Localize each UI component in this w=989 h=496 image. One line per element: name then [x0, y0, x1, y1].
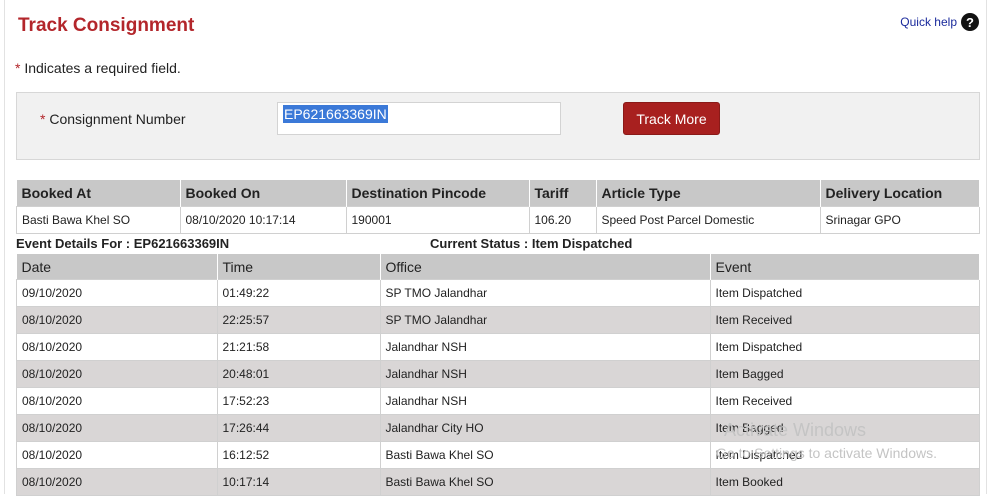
quick-help[interactable]: Quick help ? [900, 13, 979, 31]
event-cell: Item Booked [709, 468, 980, 496]
article-type-cell: Speed Post Parcel Domestic [595, 206, 821, 234]
event-row: 08/10/2020 21:21:58 Jalandhar NSH Item Disp… [16, 333, 980, 361]
event-cell: Item Received [709, 306, 980, 334]
office-cell: SP TMO Jalandhar [379, 279, 711, 307]
event-row: 09/10/2020 01:49:22 SP TMO Jalandhar Item D… [16, 279, 980, 307]
office-cell: Jalandhar NSH [379, 333, 711, 361]
date-cell: 09/10/2020 [16, 279, 218, 307]
date-cell: 08/10/2020 [16, 387, 218, 415]
tariff-cell: 106.20 [528, 206, 597, 234]
office-cell: Jalandhar City HO [379, 414, 711, 442]
windows-watermark-subtitle: Go to Settings to activate Windows. [716, 445, 937, 461]
booking-row: Basti Bawa Khel SO 08/10/2020 10:17:14 1… [16, 206, 980, 234]
col-destination-pincode: Destination Pincode [346, 180, 530, 207]
time-cell: 17:26:44 [216, 414, 381, 442]
col-date: Date [16, 254, 218, 280]
date-cell: 08/10/2020 [16, 468, 218, 496]
track-more-button[interactable]: Track More [623, 102, 720, 135]
date-cell: 08/10/2020 [16, 414, 218, 442]
event-cell: Item Dispatched [709, 333, 980, 361]
consignment-number-value: EP621663369IN [283, 105, 388, 123]
booked-at-cell: Basti Bawa Khel SO [16, 206, 181, 234]
event-row: 08/10/2020 10:17:14 Basti Bawa Khel SO Item… [16, 468, 980, 496]
required-note-text: Indicates a required field. [20, 60, 181, 76]
time-cell: 17:52:23 [216, 387, 381, 415]
time-cell: 21:21:58 [216, 333, 381, 361]
booking-table: Booked At Booked On Destination Pincode … [16, 180, 980, 234]
col-time: Time [217, 254, 381, 280]
date-cell: 08/10/2020 [16, 333, 218, 361]
consignment-number-label-text: Consignment Number [45, 111, 186, 127]
office-cell: Basti Bawa Khel SO [379, 468, 711, 496]
col-office: Office [380, 254, 711, 280]
booked-on-cell: 08/10/2020 10:17:14 [179, 206, 347, 234]
time-cell: 01:49:22 [216, 279, 381, 307]
col-booked-at: Booked At [16, 180, 181, 207]
consignment-number-input[interactable]: EP621663369IN [277, 102, 561, 135]
event-cell: Item Received [709, 387, 980, 415]
office-cell: Basti Bawa Khel SO [379, 441, 711, 469]
date-cell: 08/10/2020 [16, 306, 218, 334]
destination-pincode-cell: 190001 [345, 206, 530, 234]
col-delivery-location: Delivery Location [820, 180, 980, 207]
col-event: Event [710, 254, 980, 280]
page-title: Track Consignment [18, 15, 195, 36]
office-cell: Jalandhar NSH [379, 360, 711, 388]
time-cell: 20:48:01 [216, 360, 381, 388]
office-cell: Jalandhar NSH [379, 387, 711, 415]
consignment-number-label: * Consignment Number [40, 111, 186, 127]
col-article-type: Article Type [596, 180, 821, 207]
event-cell: Item Dispatched [709, 279, 980, 307]
event-row: 08/10/2020 17:52:23 Jalandhar NSH Item Rece… [16, 387, 980, 415]
time-cell: 22:25:57 [216, 306, 381, 334]
delivery-location-cell: Srinagar GPO [819, 206, 980, 234]
col-booked-on: Booked On [180, 180, 347, 207]
col-tariff: Tariff [529, 180, 597, 207]
search-panel: * Consignment Number EP621663369IN Track… [16, 92, 980, 160]
required-note: * Indicates a required field. [15, 60, 181, 76]
events-header-row: Date Time Office Event [16, 254, 980, 280]
office-cell: SP TMO Jalandhar [379, 306, 711, 334]
event-details-for: Event Details For : EP621663369IN [16, 236, 230, 251]
date-cell: 08/10/2020 [16, 441, 218, 469]
event-row: 08/10/2020 20:48:01 Jalandhar NSH Item Bagg… [16, 360, 980, 388]
current-status: Current Status : Item Dispatched [430, 236, 633, 251]
date-cell: 08/10/2020 [16, 360, 218, 388]
windows-watermark-title: Activate Windows [724, 420, 867, 440]
event-row: 08/10/2020 22:25:57 SP TMO Jalandhar Item R… [16, 306, 980, 334]
booking-header-row: Booked At Booked On Destination Pincode … [16, 180, 980, 207]
quick-help-link[interactable]: Quick help [900, 15, 957, 29]
time-cell: 16:12:52 [216, 441, 381, 469]
event-cell: Item Bagged [709, 360, 980, 388]
help-icon[interactable]: ? [961, 13, 979, 31]
time-cell: 10:17:14 [216, 468, 381, 496]
